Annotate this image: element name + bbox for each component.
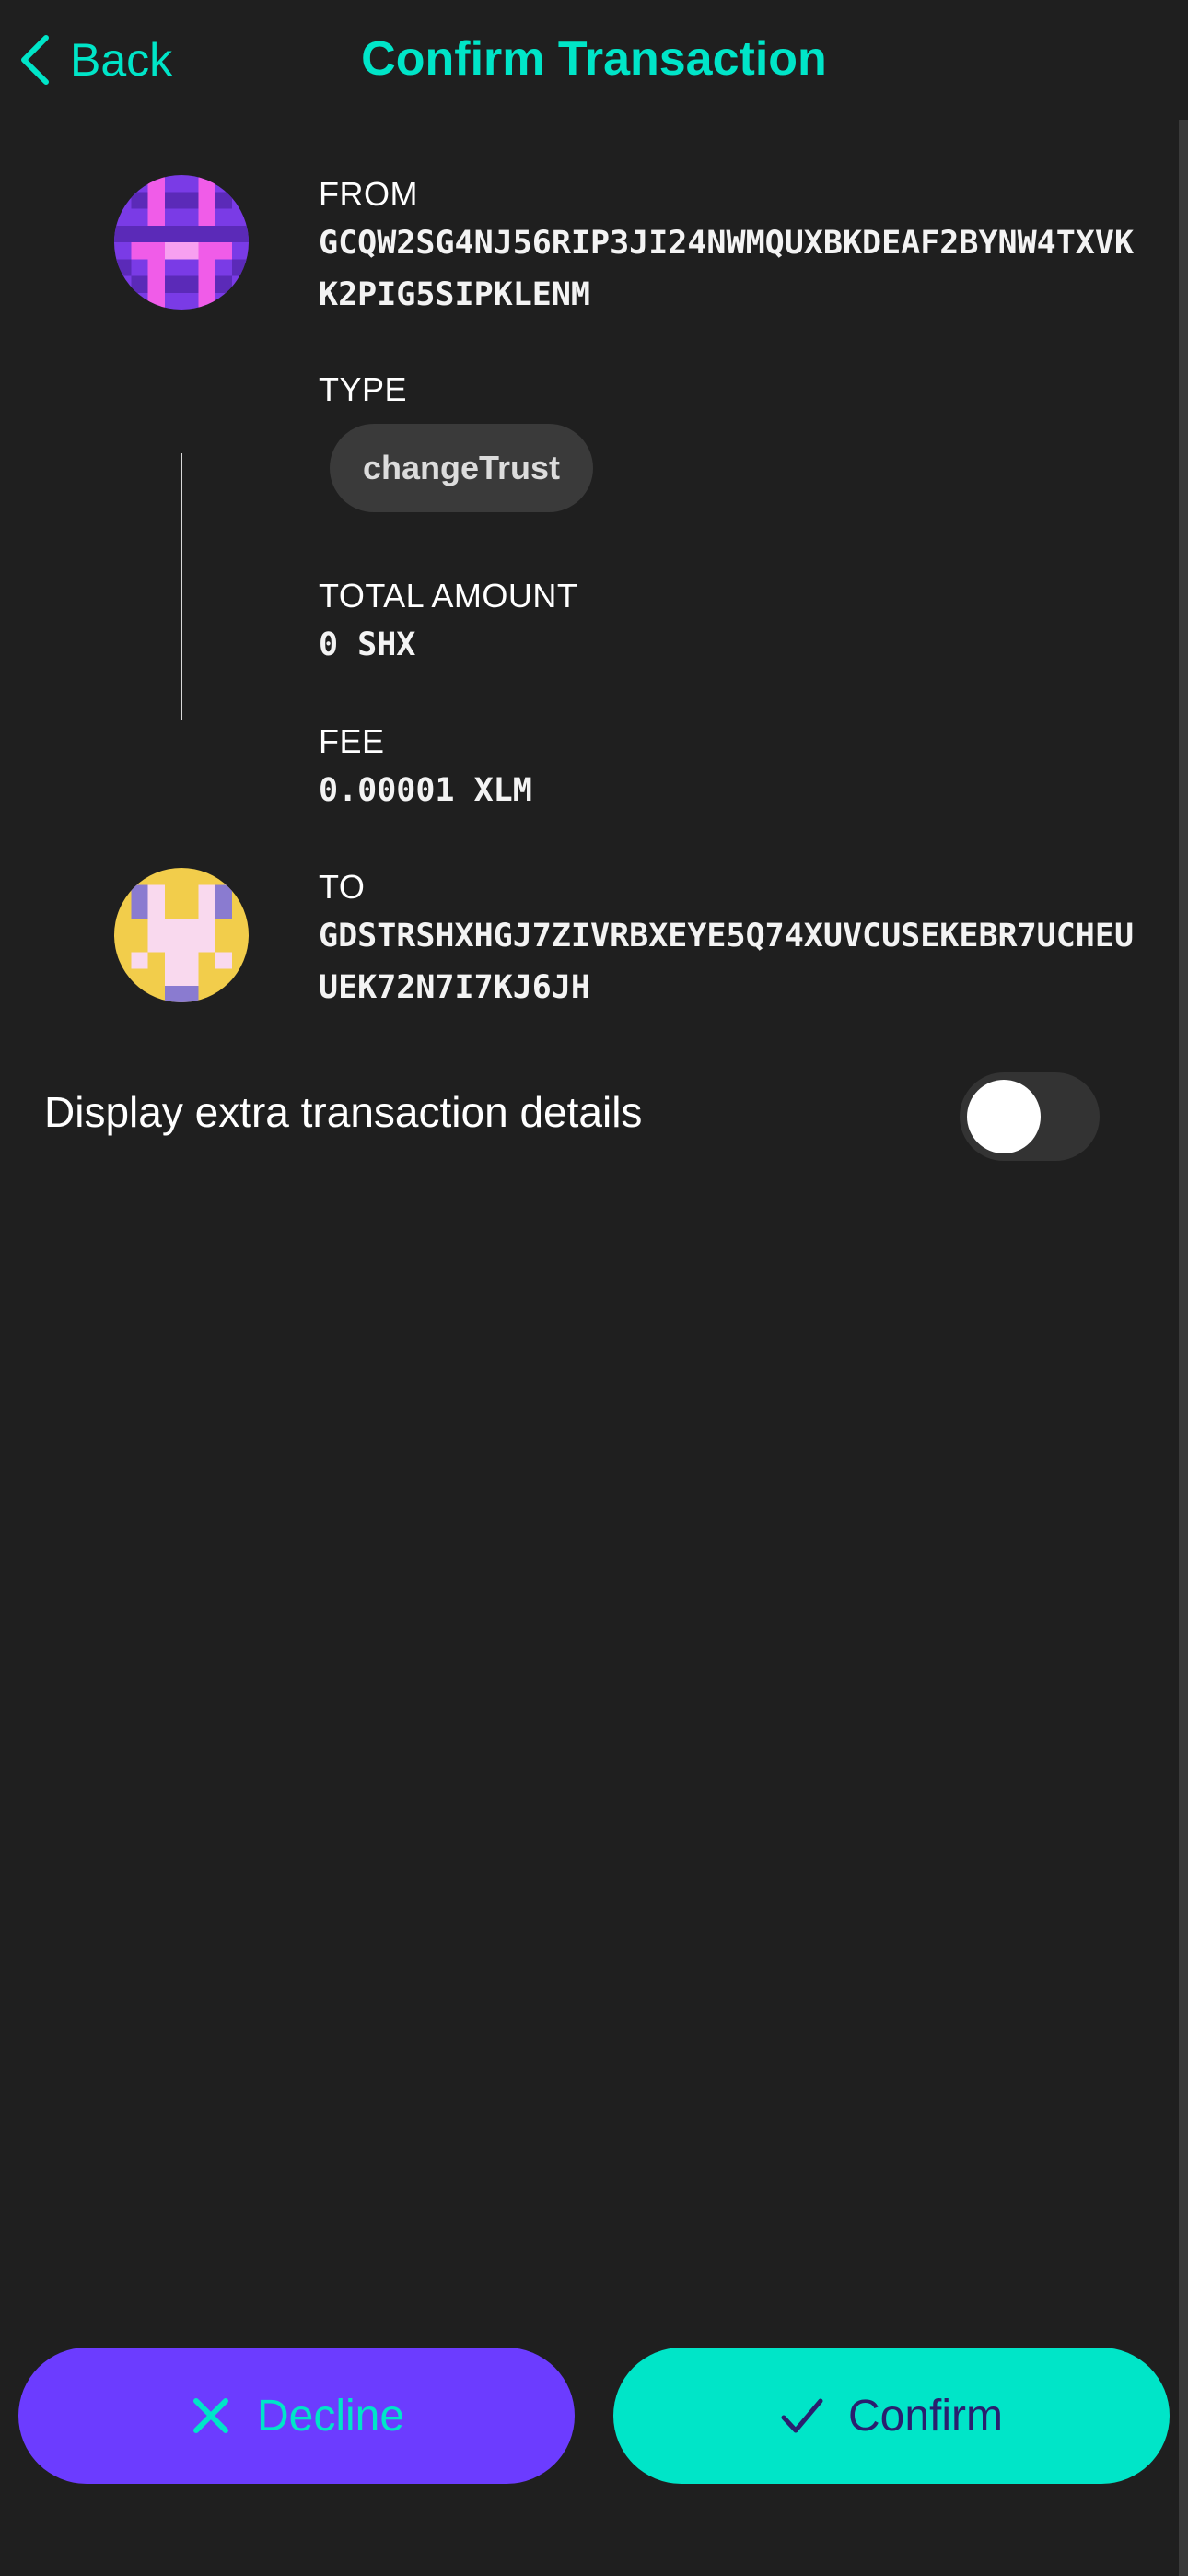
timeline-connector	[181, 453, 182, 720]
from-avatar	[114, 175, 249, 310]
to-address: GDSTRSHXHGJ7ZIVRBXEYE5Q74XUVCUSEKEBR7UCH…	[319, 918, 1135, 1006]
confirm-label: Confirm	[847, 2391, 1004, 2441]
to-label: TO	[319, 868, 366, 906]
type-chip: changeTrust	[330, 424, 594, 512]
header: Back Confirm Transaction	[0, 0, 1188, 120]
close-icon	[192, 2398, 228, 2433]
from-address: GCQW2SG4NJ56RIP3JI24NWMQUXBKDEAF2BYNW4TX…	[319, 225, 1135, 313]
decline-button[interactable]: Decline	[18, 2348, 575, 2484]
confirm-transaction-screen: Back Confirm Transaction FROM GCQW2SG4NJ…	[0, 0, 1188, 2576]
scrollbar[interactable]	[1179, 120, 1188, 2576]
fee-label: FEE	[319, 722, 385, 760]
from-identicon-icon	[114, 175, 249, 310]
extra-details-toggle[interactable]	[960, 1072, 1100, 1161]
total-amount-label: TOTAL AMOUNT	[319, 577, 578, 615]
to-identicon-icon	[114, 868, 249, 1002]
confirm-button[interactable]: Confirm	[613, 2348, 1170, 2484]
extra-details-label: Display extra transaction details	[44, 1088, 643, 1136]
decline-label: Decline	[256, 2391, 405, 2441]
from-label: FROM	[319, 175, 418, 213]
type-label: TYPE	[319, 370, 408, 408]
toggle-knob	[967, 1080, 1041, 1153]
fee-value: 0.00001 XLM	[319, 772, 532, 809]
total-amount-value: 0 SHX	[319, 626, 416, 663]
to-avatar	[114, 868, 249, 1002]
checkmark-icon	[781, 2398, 823, 2433]
page-title: Confirm Transaction	[361, 32, 827, 86]
